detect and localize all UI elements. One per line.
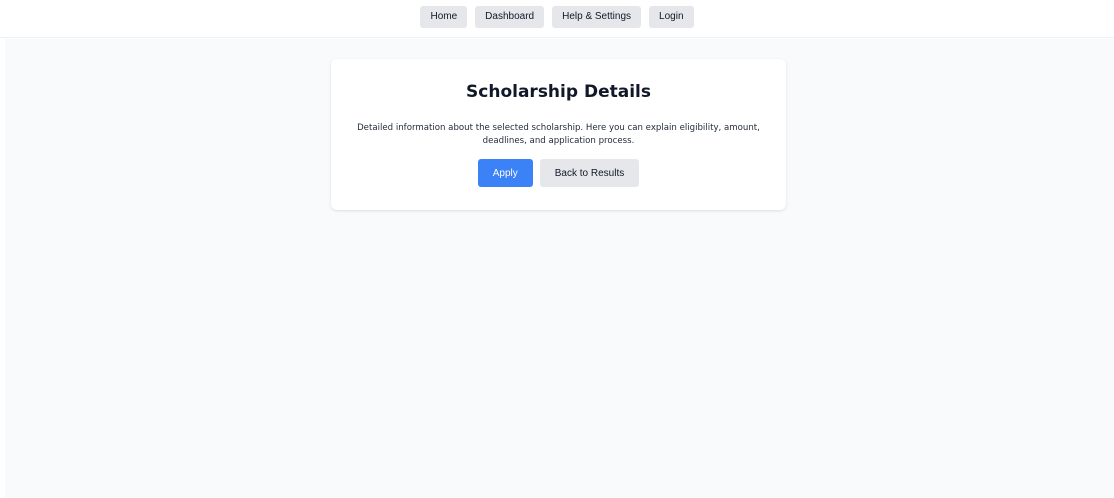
top-navigation: Home Dashboard Help & Settings Login: [0, 0, 1114, 38]
main-content: Scholarship Details Detailed information…: [5, 39, 1114, 498]
back-to-results-button[interactable]: Back to Results: [539, 159, 640, 187]
nav-help-settings-button[interactable]: Help & Settings: [552, 6, 642, 28]
card-actions: Apply Back to Results: [331, 159, 786, 187]
nav-home-button[interactable]: Home: [420, 6, 468, 28]
nav-login-button[interactable]: Login: [649, 6, 694, 28]
page: Home Dashboard Help & Settings Login Sch…: [0, 0, 1114, 498]
scholarship-description: Detailed information about the selected …: [357, 123, 760, 146]
nav-dashboard-button[interactable]: Dashboard: [475, 6, 545, 28]
page-title: Scholarship Details: [466, 82, 651, 102]
apply-button[interactable]: Apply: [477, 159, 533, 187]
scholarship-details-card: Scholarship Details Detailed information…: [331, 59, 786, 210]
